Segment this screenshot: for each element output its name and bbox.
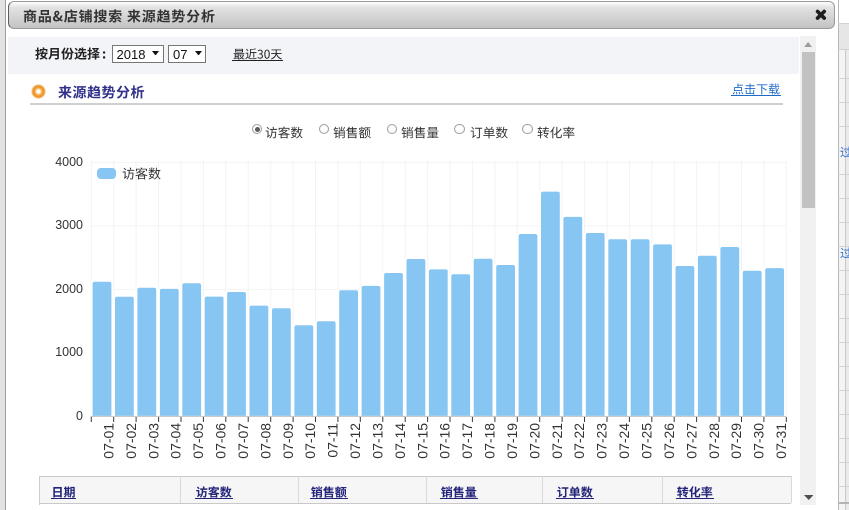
svg-text:07-16: 07-16 (437, 423, 453, 459)
svg-text:07-19: 07-19 (504, 423, 520, 459)
svg-text:07-09: 07-09 (280, 423, 296, 459)
svg-text:07-06: 07-06 (213, 423, 229, 459)
svg-text:07-22: 07-22 (571, 423, 587, 459)
svg-text:07-08: 07-08 (257, 423, 273, 459)
svg-text:07-04: 07-04 (168, 423, 184, 459)
svg-text:07-05: 07-05 (190, 423, 206, 459)
svg-text:07-20: 07-20 (526, 423, 542, 459)
svg-text:07-07: 07-07 (235, 423, 251, 459)
svg-text:07-21: 07-21 (549, 423, 565, 459)
svg-text:07-01: 07-01 (100, 423, 116, 459)
svg-text:07-23: 07-23 (594, 423, 610, 459)
svg-text:07-12: 07-12 (347, 423, 363, 459)
svg-text:07-13: 07-13 (370, 423, 386, 459)
svg-text:07-03: 07-03 (145, 423, 161, 459)
svg-text:07-14: 07-14 (392, 423, 408, 459)
svg-text:07-02: 07-02 (123, 423, 139, 459)
svg-text:07-28: 07-28 (706, 423, 722, 459)
svg-text:07-15: 07-15 (414, 423, 430, 459)
svg-text:07-11: 07-11 (325, 423, 341, 458)
svg-text:07-18: 07-18 (482, 423, 498, 459)
svg-text:07-27: 07-27 (683, 423, 699, 459)
svg-text:07-10: 07-10 (302, 423, 318, 459)
svg-text:07-31: 07-31 (773, 423, 789, 459)
svg-text:07-17: 07-17 (459, 423, 475, 459)
svg-text:07-30: 07-30 (751, 423, 767, 459)
svg-text:07-29: 07-29 (728, 423, 744, 459)
svg-text:07-26: 07-26 (661, 423, 677, 459)
svg-text:07-24: 07-24 (616, 423, 632, 459)
svg-text:07-25: 07-25 (639, 423, 655, 459)
